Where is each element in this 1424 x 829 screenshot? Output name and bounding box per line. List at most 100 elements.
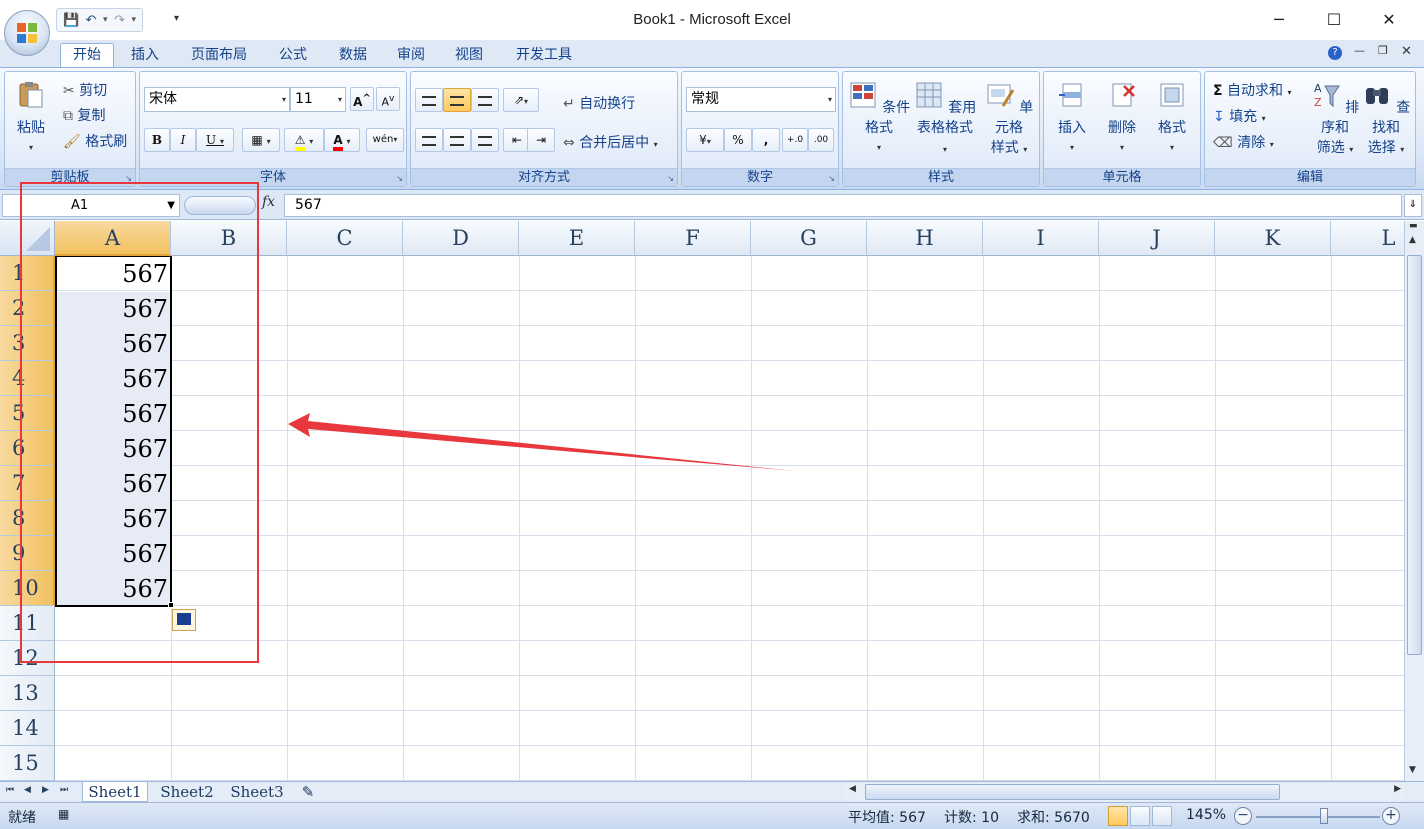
office-button[interactable] [4, 10, 50, 56]
font-launcher-icon[interactable]: ↘ [396, 174, 403, 183]
font-name-dropdown-icon[interactable]: ▾ [282, 88, 286, 111]
clear-button[interactable]: ⌫ 清除 ▾ [1213, 132, 1274, 152]
format-cells-dropdown-icon[interactable]: ▾ [1148, 138, 1196, 158]
italic-button[interactable]: I [170, 128, 196, 152]
font-name-combo[interactable]: 宋体 ▾ [144, 87, 290, 112]
vertical-scrollbar[interactable]: ▬ ▲ ▼ [1404, 221, 1424, 781]
find-select-button[interactable]: 查找和 选择 ▾ [1359, 80, 1413, 160]
align-middle-button[interactable] [443, 88, 471, 112]
sheet-tab-1[interactable]: Sheet1 [82, 782, 148, 802]
shrink-font-button[interactable]: Av [376, 87, 400, 111]
last-sheet-icon[interactable]: ⏭ [60, 785, 68, 795]
row-header-10[interactable]: 10 [0, 571, 55, 606]
horizontal-scrollbar[interactable]: ◀ ▶ [845, 783, 1405, 801]
sheet-tab-2[interactable]: Sheet2 [154, 782, 220, 802]
column-header-e[interactable]: E [519, 221, 635, 256]
scroll-up-icon[interactable]: ▲ [1409, 235, 1416, 245]
autosum-button[interactable]: Σ 自动求和 ▾ [1213, 80, 1292, 100]
merge-center-dropdown-icon[interactable]: ▾ [654, 140, 658, 149]
row-header-8[interactable]: 8 [0, 501, 55, 536]
insert-function-icon[interactable]: fx [262, 194, 275, 210]
row-header-13[interactable]: 13 [0, 676, 55, 711]
row-header-11[interactable]: 11 [0, 606, 55, 641]
first-sheet-icon[interactable]: ⏮ [6, 785, 14, 795]
format-painter-button[interactable]: 🖌 格式刷 [63, 131, 127, 151]
find-select-dropdown-icon[interactable]: ▾ [1400, 145, 1404, 154]
row-header-4[interactable]: 4 [0, 361, 55, 396]
column-header-f[interactable]: F [635, 221, 751, 256]
sort-filter-button[interactable]: A Z 排序和 筛选 ▾ [1309, 80, 1361, 160]
align-bottom-button[interactable] [471, 88, 499, 112]
zoom-slider-thumb[interactable] [1320, 808, 1328, 824]
row-header-2[interactable]: 2 [0, 291, 55, 326]
column-header-l[interactable]: L [1331, 221, 1404, 256]
name-box[interactable]: A1 ▼ [2, 194, 180, 217]
page-layout-view-icon[interactable] [1130, 806, 1150, 826]
auto-fill-options-icon[interactable] [172, 609, 196, 631]
delete-cells-dropdown-icon[interactable]: ▾ [1098, 138, 1146, 158]
cut-button[interactable]: ✂ 剪切 [63, 80, 107, 100]
font-color-button[interactable]: A ▾ [324, 128, 360, 152]
orientation-button[interactable]: ⇗▾ [503, 88, 539, 112]
tab-insert[interactable]: 插入 [120, 45, 170, 67]
expand-formula-bar-icon[interactable]: ⇓ [1404, 194, 1422, 217]
align-center-button[interactable] [443, 128, 471, 152]
fill-color-dropdown-icon[interactable]: ▾ [309, 137, 313, 146]
tab-developer[interactable]: 开发工具 [506, 45, 582, 67]
delete-cells-button[interactable]: 删除 ▾ [1098, 80, 1146, 158]
cell-styles-dropdown-icon[interactable]: ▾ [1023, 145, 1027, 154]
merge-center-button[interactable]: ⇔ 合并后居中 ▾ [563, 132, 658, 152]
align-left-button[interactable] [415, 128, 443, 152]
underline-button[interactable]: U ▾ [196, 128, 234, 152]
help-icon[interactable]: ? [1328, 46, 1342, 60]
accounting-button[interactable]: ¥▾ [686, 128, 724, 152]
zoom-level[interactable]: 145% [1186, 807, 1226, 823]
scroll-right-icon[interactable]: ▶ [1394, 784, 1401, 794]
tab-home[interactable]: 开始 [60, 43, 114, 67]
workbook-close-icon[interactable]: ✕ [1401, 44, 1412, 59]
percent-button[interactable]: % [724, 128, 752, 152]
bold-button[interactable]: B [144, 128, 170, 152]
sheet-tab-3[interactable]: Sheet3 [224, 782, 290, 802]
page-break-view-icon[interactable] [1152, 806, 1172, 826]
font-color-dropdown-icon[interactable]: ▾ [347, 137, 351, 146]
phonetic-button[interactable]: wén▾ [366, 128, 404, 152]
row-header-6[interactable]: 6 [0, 431, 55, 466]
select-all-button[interactable] [0, 221, 55, 256]
align-right-button[interactable] [471, 128, 499, 152]
column-header-k[interactable]: K [1215, 221, 1331, 256]
paste-button[interactable]: 粘贴 ▾ [11, 80, 51, 158]
borders-dropdown-icon[interactable]: ▾ [267, 137, 271, 146]
name-box-dropdown-icon[interactable]: ▼ [167, 195, 175, 216]
number-format-dropdown-icon[interactable]: ▾ [828, 88, 832, 111]
font-size-dropdown-icon[interactable]: ▾ [338, 88, 342, 111]
formula-input[interactable]: 567 [284, 194, 1402, 217]
increase-decimal-button[interactable]: +.0 [782, 128, 808, 152]
insert-cells-button[interactable]: 插入 ▾ [1048, 80, 1096, 158]
comma-button[interactable]: , [752, 128, 780, 152]
number-launcher-icon[interactable]: ↘ [828, 174, 835, 183]
zoom-slider[interactable] [1256, 816, 1380, 818]
row-header-9[interactable]: 9 [0, 536, 55, 571]
workbook-minimize-icon[interactable]: — [1354, 44, 1365, 57]
format-cells-button[interactable]: 格式 ▾ [1148, 80, 1196, 158]
normal-view-icon[interactable] [1108, 806, 1128, 826]
increase-indent-button[interactable]: ⇥ [527, 128, 555, 152]
tab-page-layout[interactable]: 页面布局 [182, 45, 256, 67]
fill-handle[interactable] [168, 602, 174, 608]
minimize-button[interactable]: ─ [1256, 6, 1302, 34]
fill-color-button[interactable]: ⚠ ▾ [284, 128, 324, 152]
clear-dropdown-icon[interactable]: ▾ [1270, 140, 1274, 149]
grow-font-button[interactable]: A^ [350, 87, 374, 111]
column-header-g[interactable]: G [751, 221, 867, 256]
phonetic-dropdown-icon[interactable]: ▾ [393, 135, 397, 144]
maximize-button[interactable]: ☐ [1311, 6, 1357, 34]
conditional-formatting-dropdown-icon[interactable]: ▾ [845, 138, 913, 158]
align-top-button[interactable] [415, 88, 443, 112]
copy-button[interactable]: ⧉ 复制 [63, 105, 105, 125]
sort-filter-dropdown-icon[interactable]: ▾ [1349, 145, 1353, 154]
clipboard-launcher-icon[interactable]: ↘ [125, 174, 132, 183]
wrap-text-button[interactable]: ↵ 自动换行 [563, 93, 635, 113]
workbook-restore-icon[interactable]: ❐ [1378, 44, 1388, 57]
prev-sheet-icon[interactable]: ◀ [24, 785, 31, 795]
